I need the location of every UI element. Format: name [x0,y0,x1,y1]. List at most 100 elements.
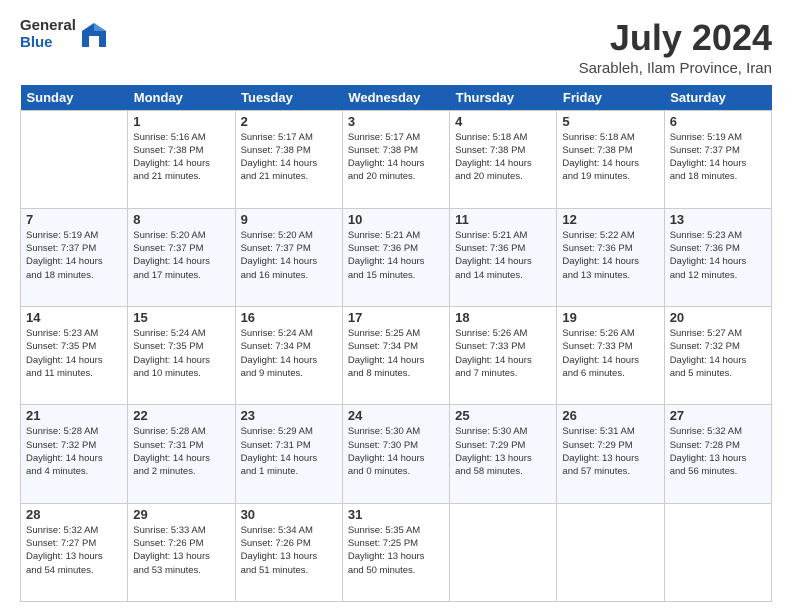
cell-content: Sunrise: 5:30 AM Sunset: 7:30 PM Dayligh… [348,425,444,478]
calendar-cell: 21Sunrise: 5:28 AM Sunset: 7:32 PM Dayli… [21,405,128,503]
week-row-3: 21Sunrise: 5:28 AM Sunset: 7:32 PM Dayli… [21,405,772,503]
calendar-cell: 16 Sunrise: 5:24 AM Sunset: 7:34 PM Dayli… [235,307,342,405]
cell-content: Sunrise: 5:20 AM Sunset: 7:37 PM Dayligh… [133,229,229,282]
logo-icon [80,21,108,49]
cell-content: Sunrise: 5:19 AM Sunset: 7:37 PM Dayligh… [670,131,766,184]
calendar-cell: 30 Sunrise: 5:34 AM Sunset: 7:26 PM Dayli… [235,503,342,601]
cell-content: Sunrise: 5:28 AM Sunset: 7:31 PM Dayligh… [133,425,229,478]
date-number: 13 [670,212,766,227]
cell-content: Sunrise: 5:21 AM Sunset: 7:36 PM Dayligh… [348,229,444,282]
cell-content: Sunrise: 5:29 AM Sunset: 7:31 PM Dayligh… [241,425,337,478]
date-number: 28 [26,507,122,522]
calendar-cell: 17 Sunrise: 5:25 AM Sunset: 7:34 PM Dayli… [342,307,449,405]
calendar-cell: 19Sunrise: 5:26 AM Sunset: 7:33 PM Dayli… [557,307,664,405]
month-title: July 2024 [579,18,772,58]
calendar-cell: 13 Sunrise: 5:23 AM Sunset: 7:36 PM Dayli… [664,208,771,306]
date-number: 5 [562,114,658,129]
calendar-cell: 14Sunrise: 5:23 AM Sunset: 7:35 PM Dayli… [21,307,128,405]
location: Sarableh, Ilam Province, Iran [579,60,772,77]
week-row-1: 7 Sunrise: 5:19 AM Sunset: 7:37 PM Daylig… [21,208,772,306]
calendar-cell: 28 Sunrise: 5:32 AM Sunset: 7:27 PM Dayli… [21,503,128,601]
calendar-cell [664,503,771,601]
cell-content: Sunrise: 5:20 AM Sunset: 7:37 PM Dayligh… [241,229,337,282]
date-number: 18 [455,310,551,325]
day-header-row: Sunday Monday Tuesday Wednesday Thursday… [21,85,772,111]
calendar-cell [450,503,557,601]
cell-content: Sunrise: 5:24 AM Sunset: 7:34 PM Dayligh… [241,327,337,380]
calendar-cell: 26Sunrise: 5:31 AM Sunset: 7:29 PM Dayli… [557,405,664,503]
cell-content: Sunrise: 5:33 AM Sunset: 7:26 PM Dayligh… [133,524,229,577]
cell-content: Sunrise: 5:26 AM Sunset: 7:33 PM Dayligh… [562,327,658,380]
calendar-table: Sunday Monday Tuesday Wednesday Thursday… [20,85,772,602]
day-saturday: Saturday [664,85,771,111]
calendar-cell: 12Sunrise: 5:22 AM Sunset: 7:36 PM Dayli… [557,208,664,306]
date-number: 9 [241,212,337,227]
calendar-cell: 4 Sunrise: 5:18 AM Sunset: 7:38 PM Daylig… [450,110,557,208]
day-monday: Monday [128,85,235,111]
date-number: 7 [26,212,122,227]
cell-content: Sunrise: 5:35 AM Sunset: 7:25 PM Dayligh… [348,524,444,577]
cell-content: Sunrise: 5:17 AM Sunset: 7:38 PM Dayligh… [348,131,444,184]
cell-content: Sunrise: 5:21 AM Sunset: 7:36 PM Dayligh… [455,229,551,282]
calendar-cell: 6 Sunrise: 5:19 AM Sunset: 7:37 PM Daylig… [664,110,771,208]
calendar-cell: 11Sunrise: 5:21 AM Sunset: 7:36 PM Dayli… [450,208,557,306]
cell-content: Sunrise: 5:34 AM Sunset: 7:26 PM Dayligh… [241,524,337,577]
date-number: 30 [241,507,337,522]
cell-content: Sunrise: 5:17 AM Sunset: 7:38 PM Dayligh… [241,131,337,184]
header-right: July 2024 Sarableh, Ilam Province, Iran [579,18,772,77]
cell-content: Sunrise: 5:31 AM Sunset: 7:29 PM Dayligh… [562,425,658,478]
date-number: 25 [455,408,551,423]
date-number: 3 [348,114,444,129]
calendar-cell: 2 Sunrise: 5:17 AM Sunset: 7:38 PM Daylig… [235,110,342,208]
date-number: 20 [670,310,766,325]
week-row-4: 28 Sunrise: 5:32 AM Sunset: 7:27 PM Dayli… [21,503,772,601]
cell-content: Sunrise: 5:18 AM Sunset: 7:38 PM Dayligh… [562,131,658,184]
date-number: 22 [133,408,229,423]
calendar-cell: 23 Sunrise: 5:29 AM Sunset: 7:31 PM Dayli… [235,405,342,503]
logo: General Blue [20,18,108,51]
calendar-cell: 1Sunrise: 5:16 AM Sunset: 7:38 PM Daylig… [128,110,235,208]
date-number: 12 [562,212,658,227]
date-number: 10 [348,212,444,227]
cell-content: Sunrise: 5:32 AM Sunset: 7:27 PM Dayligh… [26,524,122,577]
logo-text: General Blue [20,18,76,51]
date-number: 14 [26,310,122,325]
date-number: 1 [133,114,229,129]
date-number: 16 [241,310,337,325]
calendar-cell: 3 Sunrise: 5:17 AM Sunset: 7:38 PM Daylig… [342,110,449,208]
header: General Blue July 2024 Sarableh, Ilam Pr… [20,18,772,77]
cell-content: Sunrise: 5:24 AM Sunset: 7:35 PM Dayligh… [133,327,229,380]
date-number: 15 [133,310,229,325]
date-number: 31 [348,507,444,522]
cell-content: Sunrise: 5:30 AM Sunset: 7:29 PM Dayligh… [455,425,551,478]
calendar-cell: 15 Sunrise: 5:24 AM Sunset: 7:35 PM Dayli… [128,307,235,405]
date-number: 2 [241,114,337,129]
cell-content: Sunrise: 5:18 AM Sunset: 7:38 PM Dayligh… [455,131,551,184]
calendar-cell: 31 Sunrise: 5:35 AM Sunset: 7:25 PM Dayli… [342,503,449,601]
calendar-cell: 5 Sunrise: 5:18 AM Sunset: 7:38 PM Daylig… [557,110,664,208]
cell-content: Sunrise: 5:26 AM Sunset: 7:33 PM Dayligh… [455,327,551,380]
date-number: 29 [133,507,229,522]
cell-content: Sunrise: 5:19 AM Sunset: 7:37 PM Dayligh… [26,229,122,282]
date-number: 4 [455,114,551,129]
calendar-cell: 27Sunrise: 5:32 AM Sunset: 7:28 PM Dayli… [664,405,771,503]
week-row-2: 14Sunrise: 5:23 AM Sunset: 7:35 PM Dayli… [21,307,772,405]
date-number: 23 [241,408,337,423]
day-wednesday: Wednesday [342,85,449,111]
day-friday: Friday [557,85,664,111]
date-number: 27 [670,408,766,423]
date-number: 17 [348,310,444,325]
day-thursday: Thursday [450,85,557,111]
date-number: 6 [670,114,766,129]
calendar-cell: 25 Sunrise: 5:30 AM Sunset: 7:29 PM Dayli… [450,405,557,503]
cell-content: Sunrise: 5:28 AM Sunset: 7:32 PM Dayligh… [26,425,122,478]
day-sunday: Sunday [21,85,128,111]
calendar-page: General Blue July 2024 Sarableh, Ilam Pr… [0,0,792,612]
calendar-cell: 29 Sunrise: 5:33 AM Sunset: 7:26 PM Dayli… [128,503,235,601]
calendar-cell [21,110,128,208]
cell-content: Sunrise: 5:23 AM Sunset: 7:36 PM Dayligh… [670,229,766,282]
calendar-cell: 9 Sunrise: 5:20 AM Sunset: 7:37 PM Daylig… [235,208,342,306]
cell-content: Sunrise: 5:25 AM Sunset: 7:34 PM Dayligh… [348,327,444,380]
logo-blue: Blue [20,35,76,52]
calendar-cell: 7 Sunrise: 5:19 AM Sunset: 7:37 PM Daylig… [21,208,128,306]
